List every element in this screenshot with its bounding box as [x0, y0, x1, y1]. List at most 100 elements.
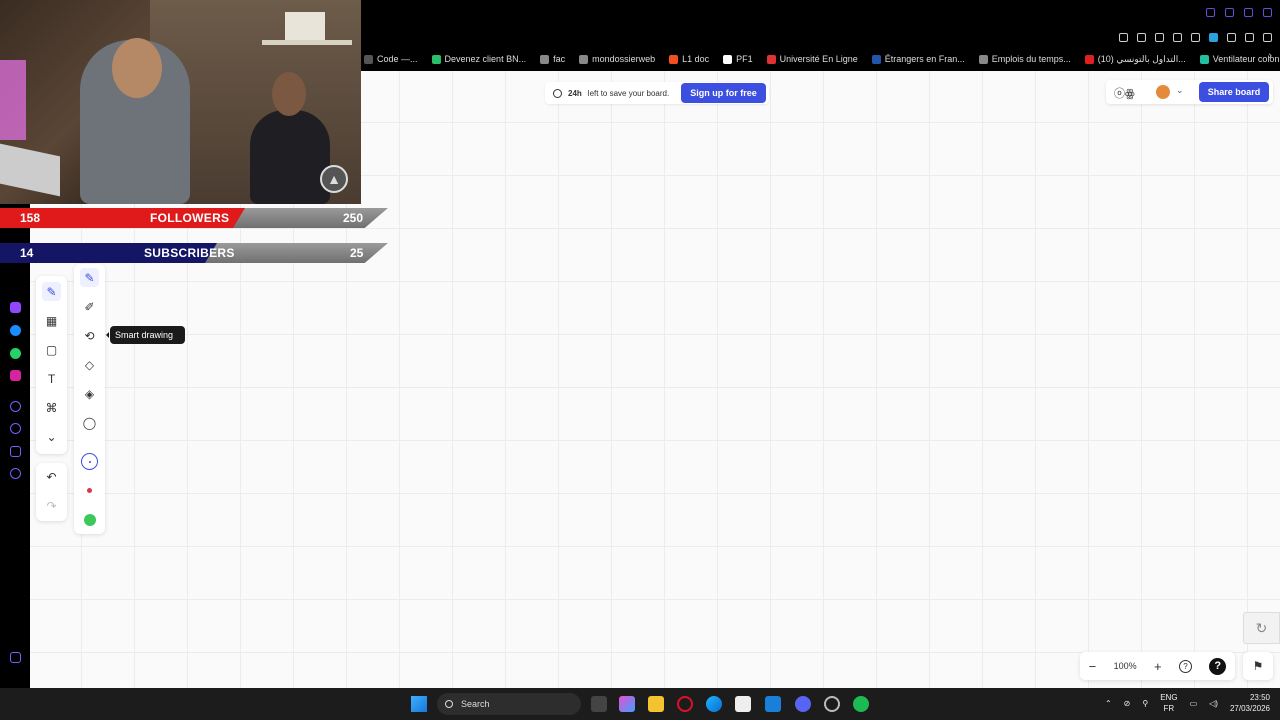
tray-app-icon[interactable]: ⊘	[1124, 699, 1131, 708]
menu-icon[interactable]	[1263, 32, 1272, 42]
zoom-out-button[interactable]: −	[1089, 659, 1097, 674]
zoom-controls: − 100% + ? ?	[1080, 652, 1235, 680]
bookmark-item[interactable]: fac	[540, 54, 565, 64]
network-icon[interactable]: ▭	[1190, 699, 1198, 708]
minimize-icon[interactable]	[1225, 8, 1234, 17]
close-icon[interactable]	[1263, 8, 1272, 17]
twitch-icon[interactable]	[10, 302, 21, 313]
bookmark-item[interactable]: Étrangers en Fran...	[871, 54, 965, 64]
extensions-icon[interactable]	[10, 446, 21, 457]
followers-goal: 250	[343, 211, 364, 225]
undo-icon[interactable]: ↶	[42, 467, 61, 486]
bookmark-item[interactable]: Université En Ligne	[766, 54, 858, 64]
bookmark-item[interactable]: (10) التداول بالتونسي...	[1084, 54, 1186, 65]
opera-gx-icon[interactable]	[677, 696, 693, 712]
collaborators-icon[interactable]: ⓞꙮ	[1114, 85, 1135, 101]
search-icon	[445, 700, 453, 708]
bookmark-item[interactable]: Code —...	[364, 54, 418, 64]
browser-sidebar	[0, 205, 30, 690]
bookmark-icon	[766, 54, 776, 64]
redo-icon[interactable]: ↷	[42, 496, 61, 515]
download-icon[interactable]	[1227, 32, 1236, 42]
browser-title-bar	[361, 0, 1280, 28]
bookmark-item[interactable]: mondossierweb	[579, 54, 655, 64]
volume-icon[interactable]: ◁)	[1209, 699, 1218, 708]
gx-icon[interactable]	[10, 652, 21, 663]
followers-label: FOLLOWERS	[150, 211, 230, 225]
template-icon[interactable]: ▦	[42, 311, 61, 330]
pen-icon[interactable]: ✎	[80, 268, 99, 287]
bookmark-label: Université En Ligne	[779, 54, 858, 64]
shield-icon[interactable]	[1155, 32, 1164, 42]
undo-redo-toolbar: ↶ ↷	[36, 463, 67, 521]
pen-tool-icon[interactable]: ✎	[42, 282, 61, 301]
clock-date: 27/03/2026	[1229, 704, 1270, 713]
smart-drawing-icon[interactable]: ⟲	[80, 326, 99, 345]
windows-start-icon[interactable]	[411, 696, 427, 712]
lang-top: ENG	[1160, 693, 1178, 702]
main-toolbar: ✎ ▦ ▢ T ⌘ ⌄	[36, 276, 67, 454]
copilot-icon[interactable]	[619, 696, 635, 712]
system-tray: ⌃ ⊘ ⚲ ENG FR ▭ ◁) 23:50 27/03/2026	[1105, 692, 1270, 714]
shapes-icon[interactable]: ⌘	[42, 398, 61, 417]
color-swatch-green[interactable]	[80, 510, 99, 529]
screenshot-icon[interactable]	[1137, 32, 1146, 42]
highlighter-icon[interactable]: ✐	[80, 297, 99, 316]
bookmark-item[interactable]: Emplois du temps...	[978, 54, 1071, 64]
spotify-icon[interactable]	[853, 696, 869, 712]
ai-icon[interactable]	[1245, 32, 1254, 42]
taskbar-clock[interactable]: 23:50 27/03/2026	[1230, 692, 1270, 714]
history-icon[interactable]	[10, 423, 21, 434]
edge-icon[interactable]	[706, 696, 722, 712]
chatgpt-icon[interactable]	[824, 696, 840, 712]
bookmarks-more-icon[interactable]: ›	[1268, 50, 1272, 62]
restore-icon[interactable]	[1244, 8, 1253, 17]
more-tools-icon[interactable]: ⌄	[42, 427, 61, 446]
zoom-level[interactable]: 100%	[1114, 661, 1137, 671]
zoom-in-button[interactable]: +	[1154, 659, 1162, 674]
settings-icon[interactable]	[10, 468, 21, 479]
pin-icon[interactable]	[1119, 32, 1128, 42]
language-indicator[interactable]: ENG FR	[1160, 692, 1177, 714]
messenger-icon[interactable]	[10, 325, 21, 336]
bookmark-icon	[364, 54, 373, 64]
discord-icon[interactable]	[795, 696, 811, 712]
color-swatch-blue[interactable]	[80, 452, 99, 471]
extension-icon[interactable]	[1209, 32, 1218, 42]
tray-chevron-icon[interactable]: ⌃	[1105, 699, 1112, 708]
heart-icon[interactable]	[1191, 32, 1200, 42]
bookmark-icon	[579, 54, 589, 64]
search-icon[interactable]	[1206, 8, 1215, 17]
share-board-button[interactable]: Share board	[1199, 82, 1269, 102]
play-icon[interactable]	[1173, 32, 1182, 42]
recaptcha-icon: ↻	[1243, 612, 1280, 644]
instagram-icon[interactable]	[10, 370, 21, 381]
lasso-icon[interactable]: ◯	[80, 413, 99, 432]
bookmark-item[interactable]: PF1	[723, 54, 753, 64]
help-center-icon[interactable]: ?	[1209, 657, 1227, 675]
sticky-note-icon[interactable]: ▢	[42, 340, 61, 359]
taskbar-search[interactable]: Search	[437, 693, 581, 715]
player-icon[interactable]	[10, 401, 21, 412]
bookmark-item[interactable]: L1 doc	[669, 54, 709, 64]
whatsapp-icon[interactable]	[10, 348, 21, 359]
microphone-icon[interactable]: ⚲	[1142, 699, 1148, 708]
store-icon[interactable]	[735, 696, 751, 712]
followers-goal-bar: 158 FOLLOWERS 250	[0, 208, 388, 228]
file-explorer-icon[interactable]	[648, 696, 664, 712]
bookmark-item[interactable]: Devenez client BN...	[431, 54, 526, 64]
webcam-feed: ▲	[0, 0, 361, 204]
text-tool-icon[interactable]: T	[42, 369, 61, 388]
task-view-icon[interactable]	[591, 696, 607, 712]
user-avatar[interactable]	[1156, 85, 1170, 99]
flag-icon[interactable]: ⚑	[1243, 652, 1273, 680]
help-icon[interactable]: ?	[1178, 659, 1192, 673]
object-eraser-icon[interactable]: ◈	[80, 384, 99, 403]
color-swatch-red[interactable]	[80, 481, 99, 500]
signup-button[interactable]: Sign up for free	[681, 83, 766, 103]
chevron-down-icon[interactable]: ⌄	[1176, 85, 1184, 96]
eraser-icon[interactable]: ◇	[80, 355, 99, 374]
bookmarks-bar: Code —... Devenez client BN... fac mondossi…	[361, 47, 1280, 71]
bookmark-icon	[723, 54, 733, 64]
mail-icon[interactable]	[765, 696, 781, 712]
